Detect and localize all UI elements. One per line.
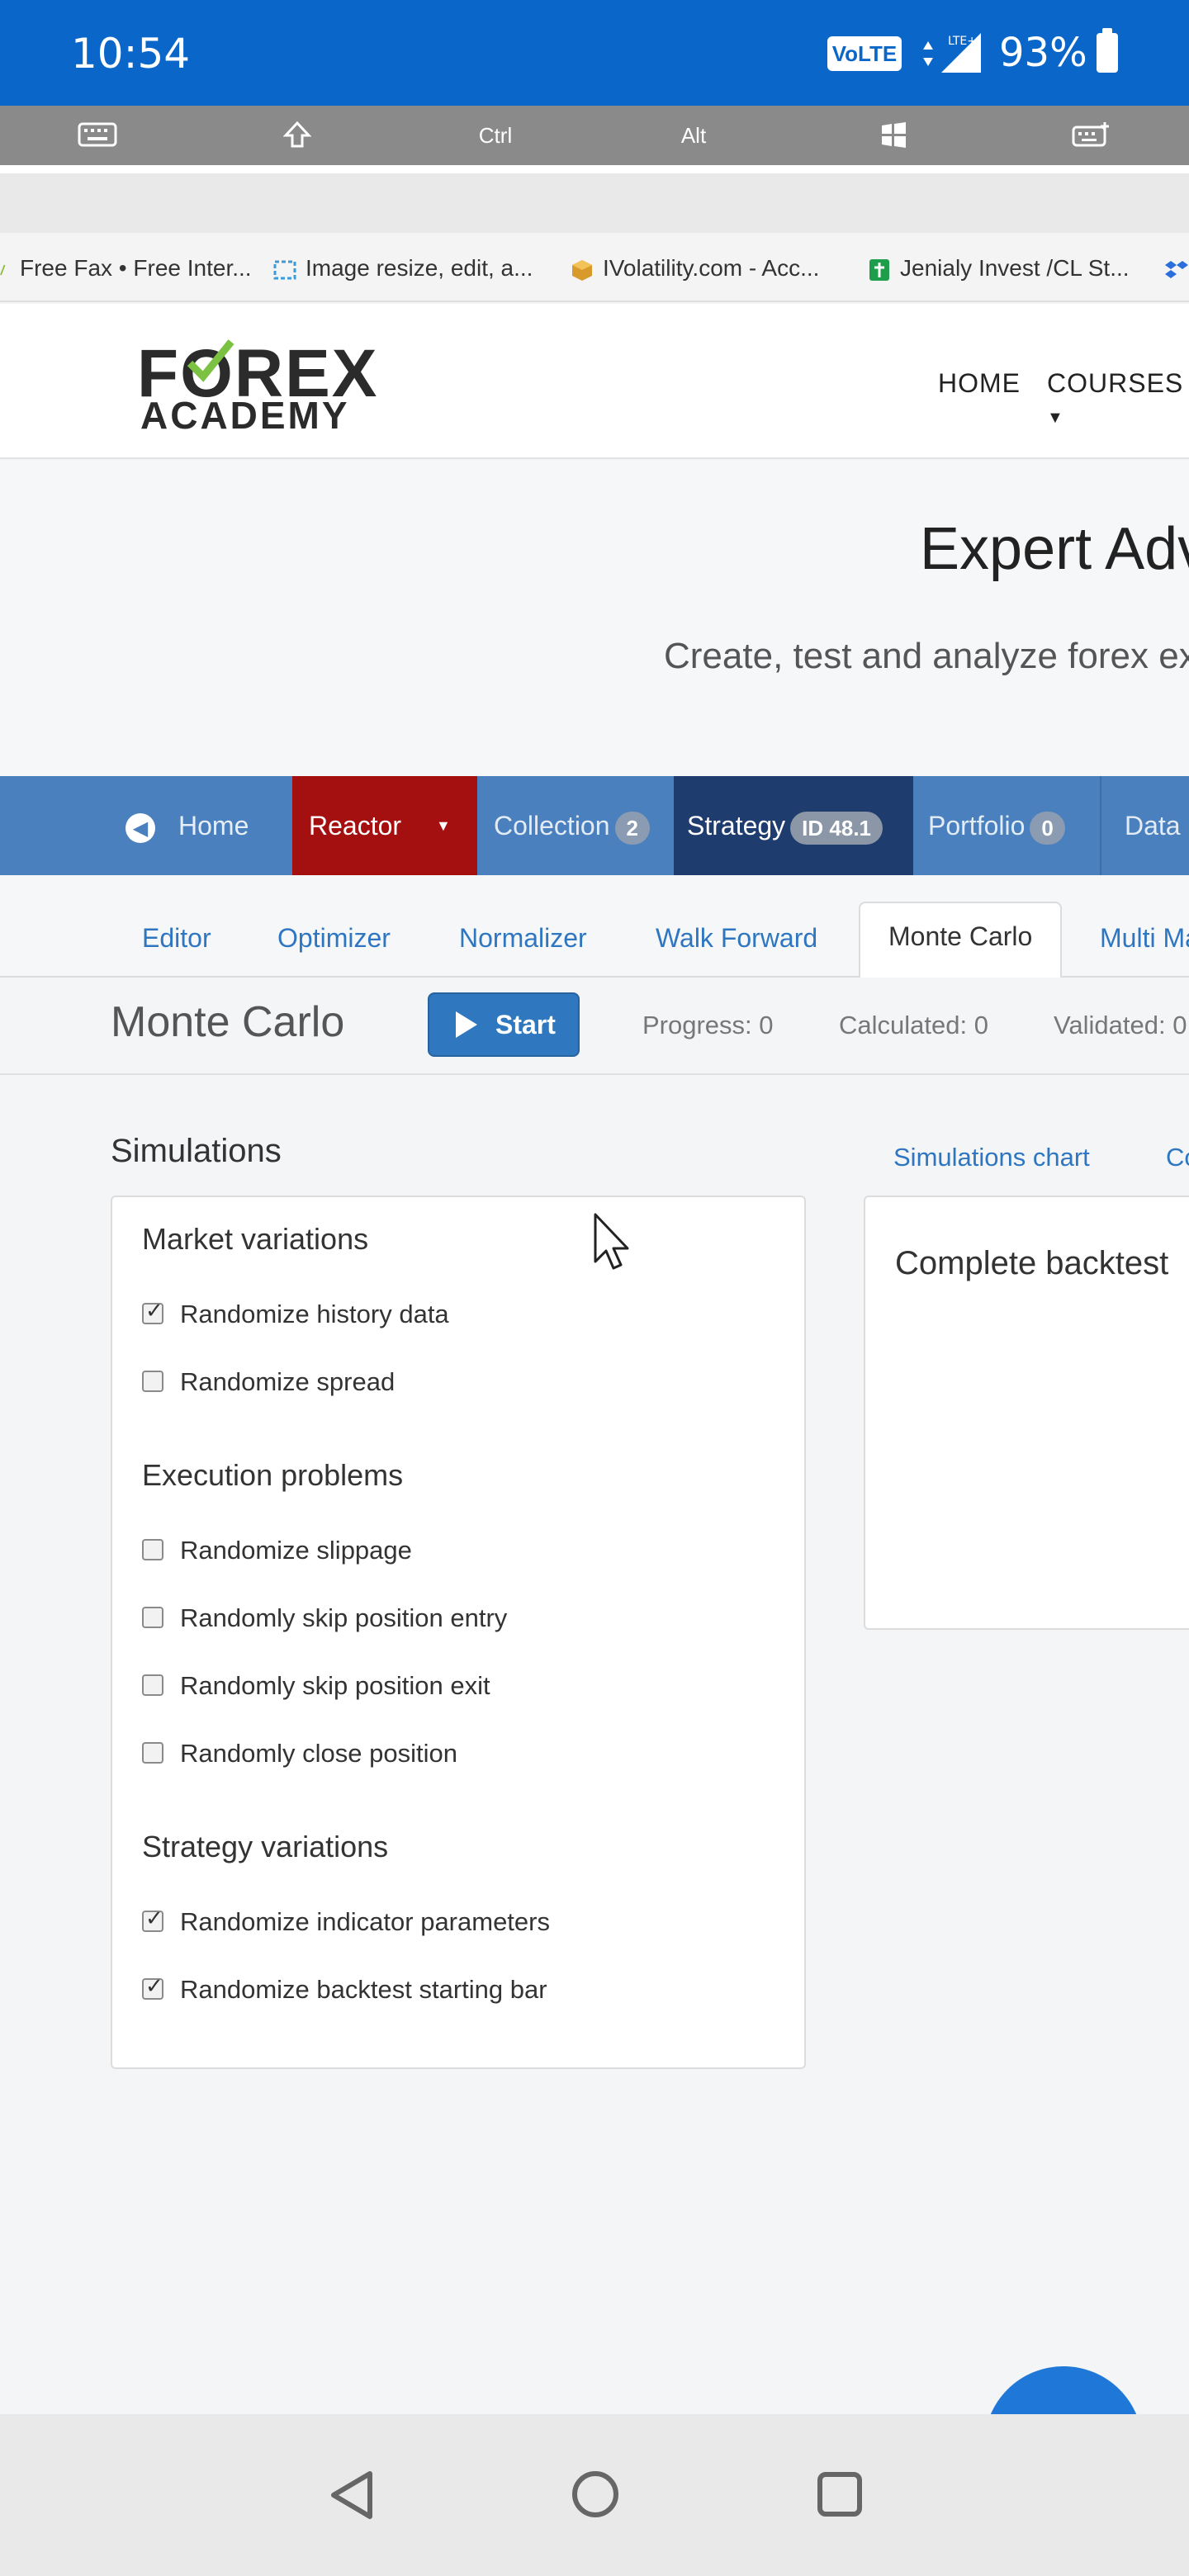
keyboard-toolbar: Ctrl Alt (0, 106, 1189, 165)
shift-icon[interactable] (248, 106, 347, 165)
browser-tab-strip (0, 173, 1189, 233)
strategy-id-badge: ID 48.1 (790, 811, 883, 845)
signal-icon: LTE+ (923, 33, 981, 73)
tab-walk-forward[interactable]: Walk Forward (656, 923, 817, 954)
tab-simulations-chart[interactable]: Simulations chart (893, 1143, 1090, 1172)
caret-down-icon: ▼ (1047, 409, 1064, 427)
keyboard-settings-icon[interactable] (1042, 106, 1141, 165)
portfolio-count-badge: 0 (1030, 811, 1065, 845)
ctrl-key[interactable]: Ctrl (446, 106, 545, 165)
start-button[interactable]: Start (428, 992, 580, 1057)
simulations-panel: Market variations Randomize history data… (111, 1196, 806, 2069)
forex-academy-logo[interactable]: FOREX ACADEMY (137, 339, 385, 437)
checkbox[interactable] (142, 1538, 163, 1560)
nav-collection-button[interactable]: Collection 2 (479, 776, 674, 875)
app-navbar: ◀ Home Reactor ▼ Collection 2 Strategy ID 4… (0, 776, 1189, 875)
bookmark-label: IVolatility.com - Acc... (603, 255, 820, 281)
checkbox[interactable] (142, 1970, 163, 2003)
randomize-backtest-start-option[interactable]: Randomize backtest starting bar (142, 1970, 547, 2006)
nav-data-button[interactable]: Data (1101, 776, 1189, 875)
home-icon[interactable] (570, 2469, 621, 2520)
volte-badge: VoLTE (827, 36, 902, 71)
status-bar: 10:54 VoLTE LTE+ 93% (0, 0, 1189, 106)
checkbox[interactable] (142, 1370, 163, 1392)
tab-second[interactable]: Co (1166, 1143, 1189, 1172)
skip-entry-option[interactable]: Randomly skip position entry (142, 1602, 507, 1635)
hero: Expert Adv Create, test and analyze fore… (0, 461, 1189, 776)
bookmark-item[interactable]: Free Fax • Free Inter... (0, 253, 252, 284)
randomize-indicator-params-option[interactable]: Randomize indicator parameters (142, 1902, 550, 1939)
nav-home[interactable]: HOME (938, 368, 1021, 399)
bookmark-item[interactable]: Jenialy Invest /CL St... (867, 253, 1130, 284)
checkbox[interactable] (142, 1902, 163, 1935)
site-header: FOREX ACADEMY HOME COURSES ▼ (0, 304, 1189, 459)
logo-line2: ACADEMY (140, 394, 350, 437)
play-icon (456, 1011, 477, 1038)
bookmark-item[interactable]: IVolatility.com - Acc... (570, 253, 819, 284)
checkbox[interactable] (142, 1741, 163, 1764)
monte-carlo-toolbar: Monte Carlo Start Progress: 0 Calculated… (0, 978, 1189, 1075)
image-icon (273, 260, 296, 280)
chart-title: Complete backtest (895, 1245, 1169, 1281)
skip-exit-option[interactable]: Randomly skip position exit (142, 1669, 490, 1702)
page-subtitle: Create, test and analyze forex ex (664, 636, 1189, 676)
dropbox-icon[interactable] (1164, 253, 1189, 284)
cube-icon (572, 259, 592, 281)
checkbox[interactable] (142, 1606, 163, 1628)
svg-text:LTE+: LTE+ (948, 35, 977, 48)
strategy-tabs: Editor Optimizer Normalizer Walk Forward… (0, 875, 1189, 979)
nav-portfolio-button[interactable]: Portfolio 0 (913, 776, 1100, 875)
calculated-text: Calculated: 0 (839, 1011, 988, 1039)
bookmark-label: Jenialy Invest /CL St... (900, 255, 1130, 281)
battery-percent: 93% (999, 30, 1087, 76)
back-circle-icon: ◀ (126, 812, 155, 843)
windows-icon[interactable] (844, 106, 943, 165)
android-nav-bar (0, 2414, 1189, 2576)
recents-icon[interactable] (816, 2470, 864, 2518)
group-heading: Execution problems (142, 1458, 404, 1492)
group-heading: Strategy variations (142, 1830, 389, 1863)
tab-optimizer[interactable]: Optimizer (277, 923, 391, 954)
randomize-slippage-option[interactable]: Randomize slippage (142, 1534, 412, 1567)
nav-strategy-button[interactable]: Strategy ID 48.1 (674, 776, 913, 875)
status-time: 10:54 (71, 30, 191, 78)
page-title: Expert Adv (920, 516, 1189, 582)
nav-home-button[interactable]: ◀ Home (116, 776, 289, 875)
tab-normalizer[interactable]: Normalizer (459, 923, 587, 954)
alt-key[interactable]: Alt (644, 106, 743, 165)
battery-icon (1097, 28, 1118, 73)
nav-courses[interactable]: COURSES ▼ (1047, 368, 1189, 429)
checkbox[interactable] (142, 1674, 163, 1696)
section-title: Monte Carlo (111, 998, 345, 1046)
group-heading: Market variations (142, 1222, 369, 1256)
bookmark-label: Image resize, edit, a... (306, 255, 533, 281)
sheets-icon (869, 258, 889, 281)
validated-text: Validated: 0 (1054, 1011, 1187, 1039)
caret-down-icon: ▼ (436, 817, 451, 834)
divider (0, 165, 1189, 173)
checkmark-icon (187, 339, 234, 382)
progress-text: Progress: 0 (642, 1011, 774, 1039)
close-position-option[interactable]: Randomly close position (142, 1737, 457, 1770)
tab-monte-carlo[interactable]: Monte Carlo (859, 902, 1063, 979)
bookmark-item[interactable]: Image resize, edit, a... (272, 253, 533, 284)
mouse-cursor-icon (594, 1213, 629, 1270)
keyboard-icon[interactable] (48, 106, 147, 165)
simulations-title: Simulations (111, 1133, 282, 1169)
tab-editor[interactable]: Editor (142, 923, 211, 954)
fax-icon (0, 264, 6, 276)
collection-count-badge: 2 (614, 811, 650, 845)
nav-reactor-button[interactable]: Reactor ▼ (292, 776, 477, 875)
back-icon[interactable] (327, 2469, 377, 2522)
randomize-spread-option[interactable]: Randomize spread (142, 1366, 395, 1399)
tab-multi-market[interactable]: Multi Ma (1100, 923, 1189, 954)
randomize-history-data-option[interactable]: Randomize history data (142, 1295, 449, 1331)
chart-panel: Complete backtest (864, 1196, 1189, 1630)
bookmark-label: Free Fax • Free Inter... (20, 255, 252, 281)
bookmarks-bar: Free Fax • Free Inter... Image resize, e… (0, 233, 1189, 302)
checkbox[interactable] (142, 1295, 163, 1328)
